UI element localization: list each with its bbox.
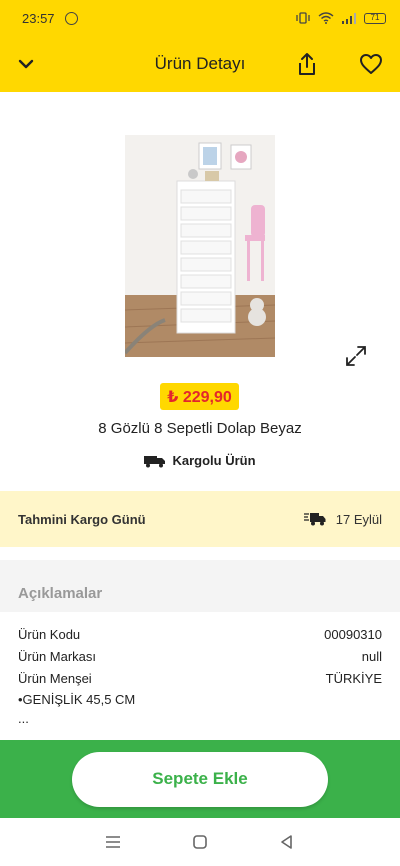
share-button[interactable] bbox=[289, 46, 325, 82]
spec-width-line: •GENİŞLİK 45,5 CM bbox=[18, 692, 136, 707]
delivery-estimate: Tahmini Kargo Günü 17 Eylül bbox=[0, 491, 400, 547]
recents-button[interactable] bbox=[101, 830, 125, 854]
spec-row-code: Ürün Kodu 00090310 bbox=[18, 625, 382, 647]
product-name: 8 Gözlü 8 Sepetli Dolap Beyaz bbox=[98, 420, 302, 437]
status-left: 23:57 bbox=[22, 11, 78, 26]
status-bar: 23:57 71 bbox=[0, 0, 400, 36]
description-specs: Ürün Kodu 00090310 Ürün Markası null Ürü… bbox=[0, 612, 400, 725]
expand-image-button[interactable] bbox=[344, 344, 368, 368]
delivery-date: 17 Eylül bbox=[335, 511, 382, 527]
spec-label: Ürün Markası bbox=[18, 649, 97, 664]
back-button[interactable] bbox=[8, 46, 44, 82]
truck-icon bbox=[144, 455, 166, 467]
add-to-cart-bar: Sepete Ekle bbox=[0, 740, 400, 818]
status-right: 71 bbox=[295, 12, 386, 24]
add-to-cart-button[interactable]: Sepete Ekle bbox=[72, 751, 328, 807]
expand-icon bbox=[346, 346, 366, 366]
heart-icon bbox=[360, 54, 382, 74]
delivery-label: Tahmini Kargo Günü bbox=[18, 511, 146, 527]
chevron-down-icon bbox=[18, 59, 34, 69]
product-image[interactable] bbox=[123, 135, 276, 357]
description-title: Açıklamalar bbox=[0, 560, 400, 612]
price-badge: ₺ 229,90 bbox=[160, 383, 239, 410]
product-photo bbox=[123, 135, 276, 357]
spec-value: TÜRKİYE bbox=[325, 671, 382, 686]
shipping-tag: Kargolu Ürün bbox=[0, 453, 400, 468]
square-icon bbox=[193, 835, 207, 849]
page-title: Ürün Detayı bbox=[154, 54, 246, 73]
battery-icon: 71 bbox=[364, 12, 386, 24]
status-time: 23:57 bbox=[22, 10, 55, 26]
share-icon bbox=[299, 53, 315, 75]
wifi-icon bbox=[318, 12, 334, 24]
app-header: Ürün Detayı bbox=[0, 36, 400, 92]
description-more[interactable]: ... bbox=[18, 712, 382, 725]
spec-row-brand: Ürün Markası null bbox=[18, 647, 382, 669]
spec-value: 00090310 bbox=[324, 627, 382, 642]
favorite-button[interactable] bbox=[353, 46, 389, 82]
whatsapp-notification-icon bbox=[64, 11, 78, 25]
system-nav-bar bbox=[0, 818, 400, 866]
spec-label: Ürün Menşei bbox=[18, 671, 92, 686]
spec-row-origin: Ürün Menşei TÜRKİYE bbox=[18, 669, 382, 691]
spec-label: Ürün Kodu bbox=[18, 627, 81, 642]
back-nav-button[interactable] bbox=[275, 830, 299, 854]
home-button[interactable] bbox=[188, 830, 212, 854]
vibrate-icon bbox=[296, 12, 310, 24]
delivery-date-group: 17 Eylül bbox=[303, 511, 382, 527]
menu-icon bbox=[106, 836, 121, 848]
signal-icon bbox=[342, 13, 356, 24]
shipping-tag-label: Kargolu Ürün bbox=[172, 453, 256, 468]
fast-delivery-icon bbox=[303, 513, 326, 526]
triangle-back-icon bbox=[280, 835, 292, 849]
spec-value: null bbox=[361, 649, 382, 664]
